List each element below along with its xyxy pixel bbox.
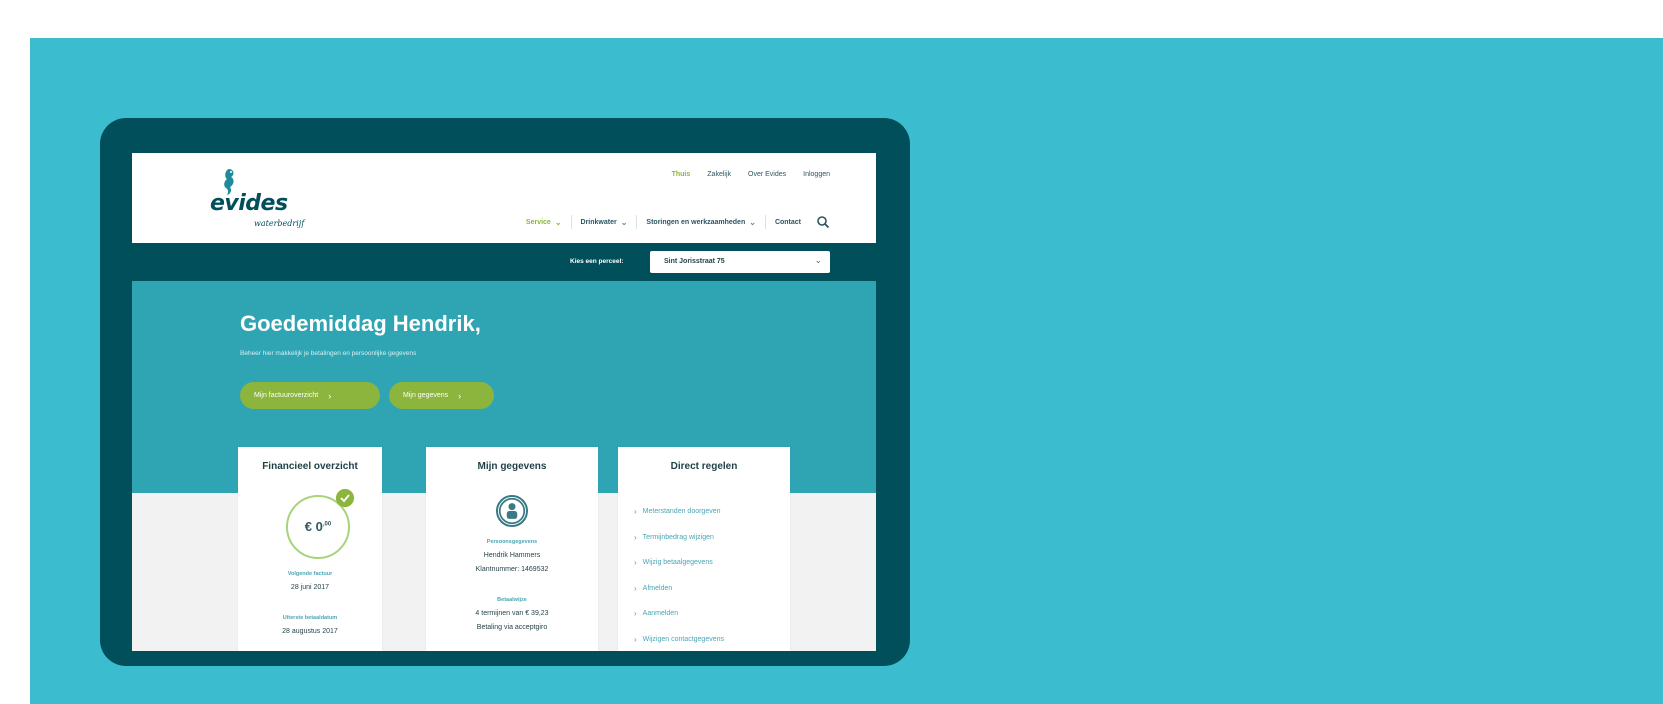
topnav-zakelijk[interactable]: Zakelijk [707,171,731,178]
search-icon[interactable] [816,215,830,229]
hero-subtext: Beheer hier makkelijk je betalingen en p… [240,350,417,357]
perceel-value: Sint Jorisstraat 75 [664,258,725,265]
chevron-right-icon: › [328,390,332,401]
chevron-right-icon: › [634,583,637,593]
customer-name: Hendrik Hammers [483,552,541,559]
persoonsgegevens-label: Persoonsgegevens [486,539,538,545]
link-label: Termijnbedrag wijzigen [642,533,714,541]
direct-links-list: › Meterstanden doorgeven › Termijnbedrag w… [634,499,724,651]
link-meterstanden[interactable]: › Meterstanden doorgeven [634,499,724,525]
nav-service[interactable]: Service ⌄ [517,215,572,229]
perceel-label: Kies een perceel: [570,258,624,265]
link-label: Aanmelden [642,610,679,618]
tablet-screen: evides waterbedrijf Thuis Zakelijk Over … [132,153,876,651]
next-invoice-label: Volgende factuur [287,571,333,577]
link-label: Afmelden [642,584,673,592]
site-header: evides waterbedrijf Thuis Zakelijk Over … [132,153,876,243]
person-icon [496,495,528,527]
nav-contact[interactable]: Contact [766,215,810,229]
evides-logo[interactable]: evides waterbedrijf [210,163,330,233]
card-financieel-overzicht[interactable]: Financieel overzicht € 0,00 Volgende fac… [238,447,382,651]
due-date-label: Uiterste betaaldatum [282,615,338,621]
chevron-down-icon: ⌄ [749,217,756,227]
topnav-inloggen[interactable]: Inloggen [803,171,830,178]
chevron-right-icon: › [634,532,637,542]
logo-wordmark: evides [210,191,288,216]
customer-number: Klantnummer: 1469532 [475,566,549,573]
card-title: Mijn gegevens [477,461,547,472]
link-label: Wijzig betaalgegevens [642,559,713,567]
main-navigation: Service ⌄ Drinkwater ⌄ Storingen en werk… [517,215,830,229]
nav-drinkwater[interactable]: Drinkwater ⌄ [572,215,638,229]
factuuroverzicht-button-label: Mijn factuuroverzicht [254,392,319,399]
nav-contact-label: Contact [774,218,801,226]
chevron-right-icon: › [634,634,637,644]
link-contactgegevens[interactable]: › Wijzigen contactgegevens [634,627,724,652]
card-title: Direct regelen [670,461,738,472]
mijn-gegevens-button-label: Mijn gegevens [403,392,449,399]
nav-service-label: Service [525,218,551,226]
chevron-down-icon: ⌄ [554,217,562,227]
installments-value: 4 termijnen van € 39,23 [475,610,549,617]
link-betaalgegevens[interactable]: › Wijzig betaalgegevens [634,550,724,576]
link-aanmelden[interactable]: › Aanmelden [634,601,724,627]
chevron-down-icon: ⌄ [814,256,822,266]
due-date-value: 28 augustus 2017 [282,628,338,635]
chevron-right-icon: › [458,390,462,401]
card-direct-regelen: Direct regelen › Meterstanden doorgeven ›… [618,447,790,651]
perceel-select[interactable]: Sint Jorisstraat 75 ⌄ [650,251,830,273]
card-title: Financieel overzicht [262,461,358,472]
top-navigation: Thuis Zakelijk Over Evides Inloggen [655,171,830,178]
link-label: Meterstanden doorgeven [642,508,721,516]
nav-drinkwater-label: Drinkwater [580,218,617,226]
factuuroverzicht-button[interactable]: Mijn factuuroverzicht › [240,382,380,409]
chevron-right-icon: › [634,507,637,517]
next-invoice-date: 28 juni 2017 [290,584,330,591]
balance-value: € 0 [304,519,323,534]
mijn-gegevens-button[interactable]: Mijn gegevens › [389,382,494,409]
link-afmelden[interactable]: › Afmelden [634,576,724,602]
nav-storingen-label: Storingen en werkzaamheden [646,218,746,226]
balance-amount: € 0,00 [288,519,348,534]
link-termijnbedrag[interactable]: › Termijnbedrag wijzigen [634,525,724,551]
chevron-right-icon: › [634,609,637,619]
page-title: Goedemiddag Hendrik, [240,311,481,336]
nav-storingen[interactable]: Storingen en werkzaamheden ⌄ [637,215,766,229]
topnav-thuis[interactable]: Thuis [672,171,691,178]
check-icon [336,489,354,507]
perceel-bar: Kies een perceel: Sint Jorisstraat 75 ⌄ [132,243,876,281]
chevron-down-icon: ⌄ [620,217,628,227]
chevron-right-icon: › [634,558,637,568]
topnav-over-evides[interactable]: Over Evides [748,171,786,178]
link-label: Wijzigen contactgegevens [642,635,724,643]
balance-cents: ,00 [322,521,332,528]
payment-method-value: Betaling via acceptgiro [476,624,548,631]
betaalwijze-label: Betaalwijze [497,597,527,603]
card-mijn-gegevens[interactable]: Mijn gegevens Persoonsgegevens Hendrik H… [426,447,598,651]
logo-subtitle: waterbedrijf [254,219,305,228]
